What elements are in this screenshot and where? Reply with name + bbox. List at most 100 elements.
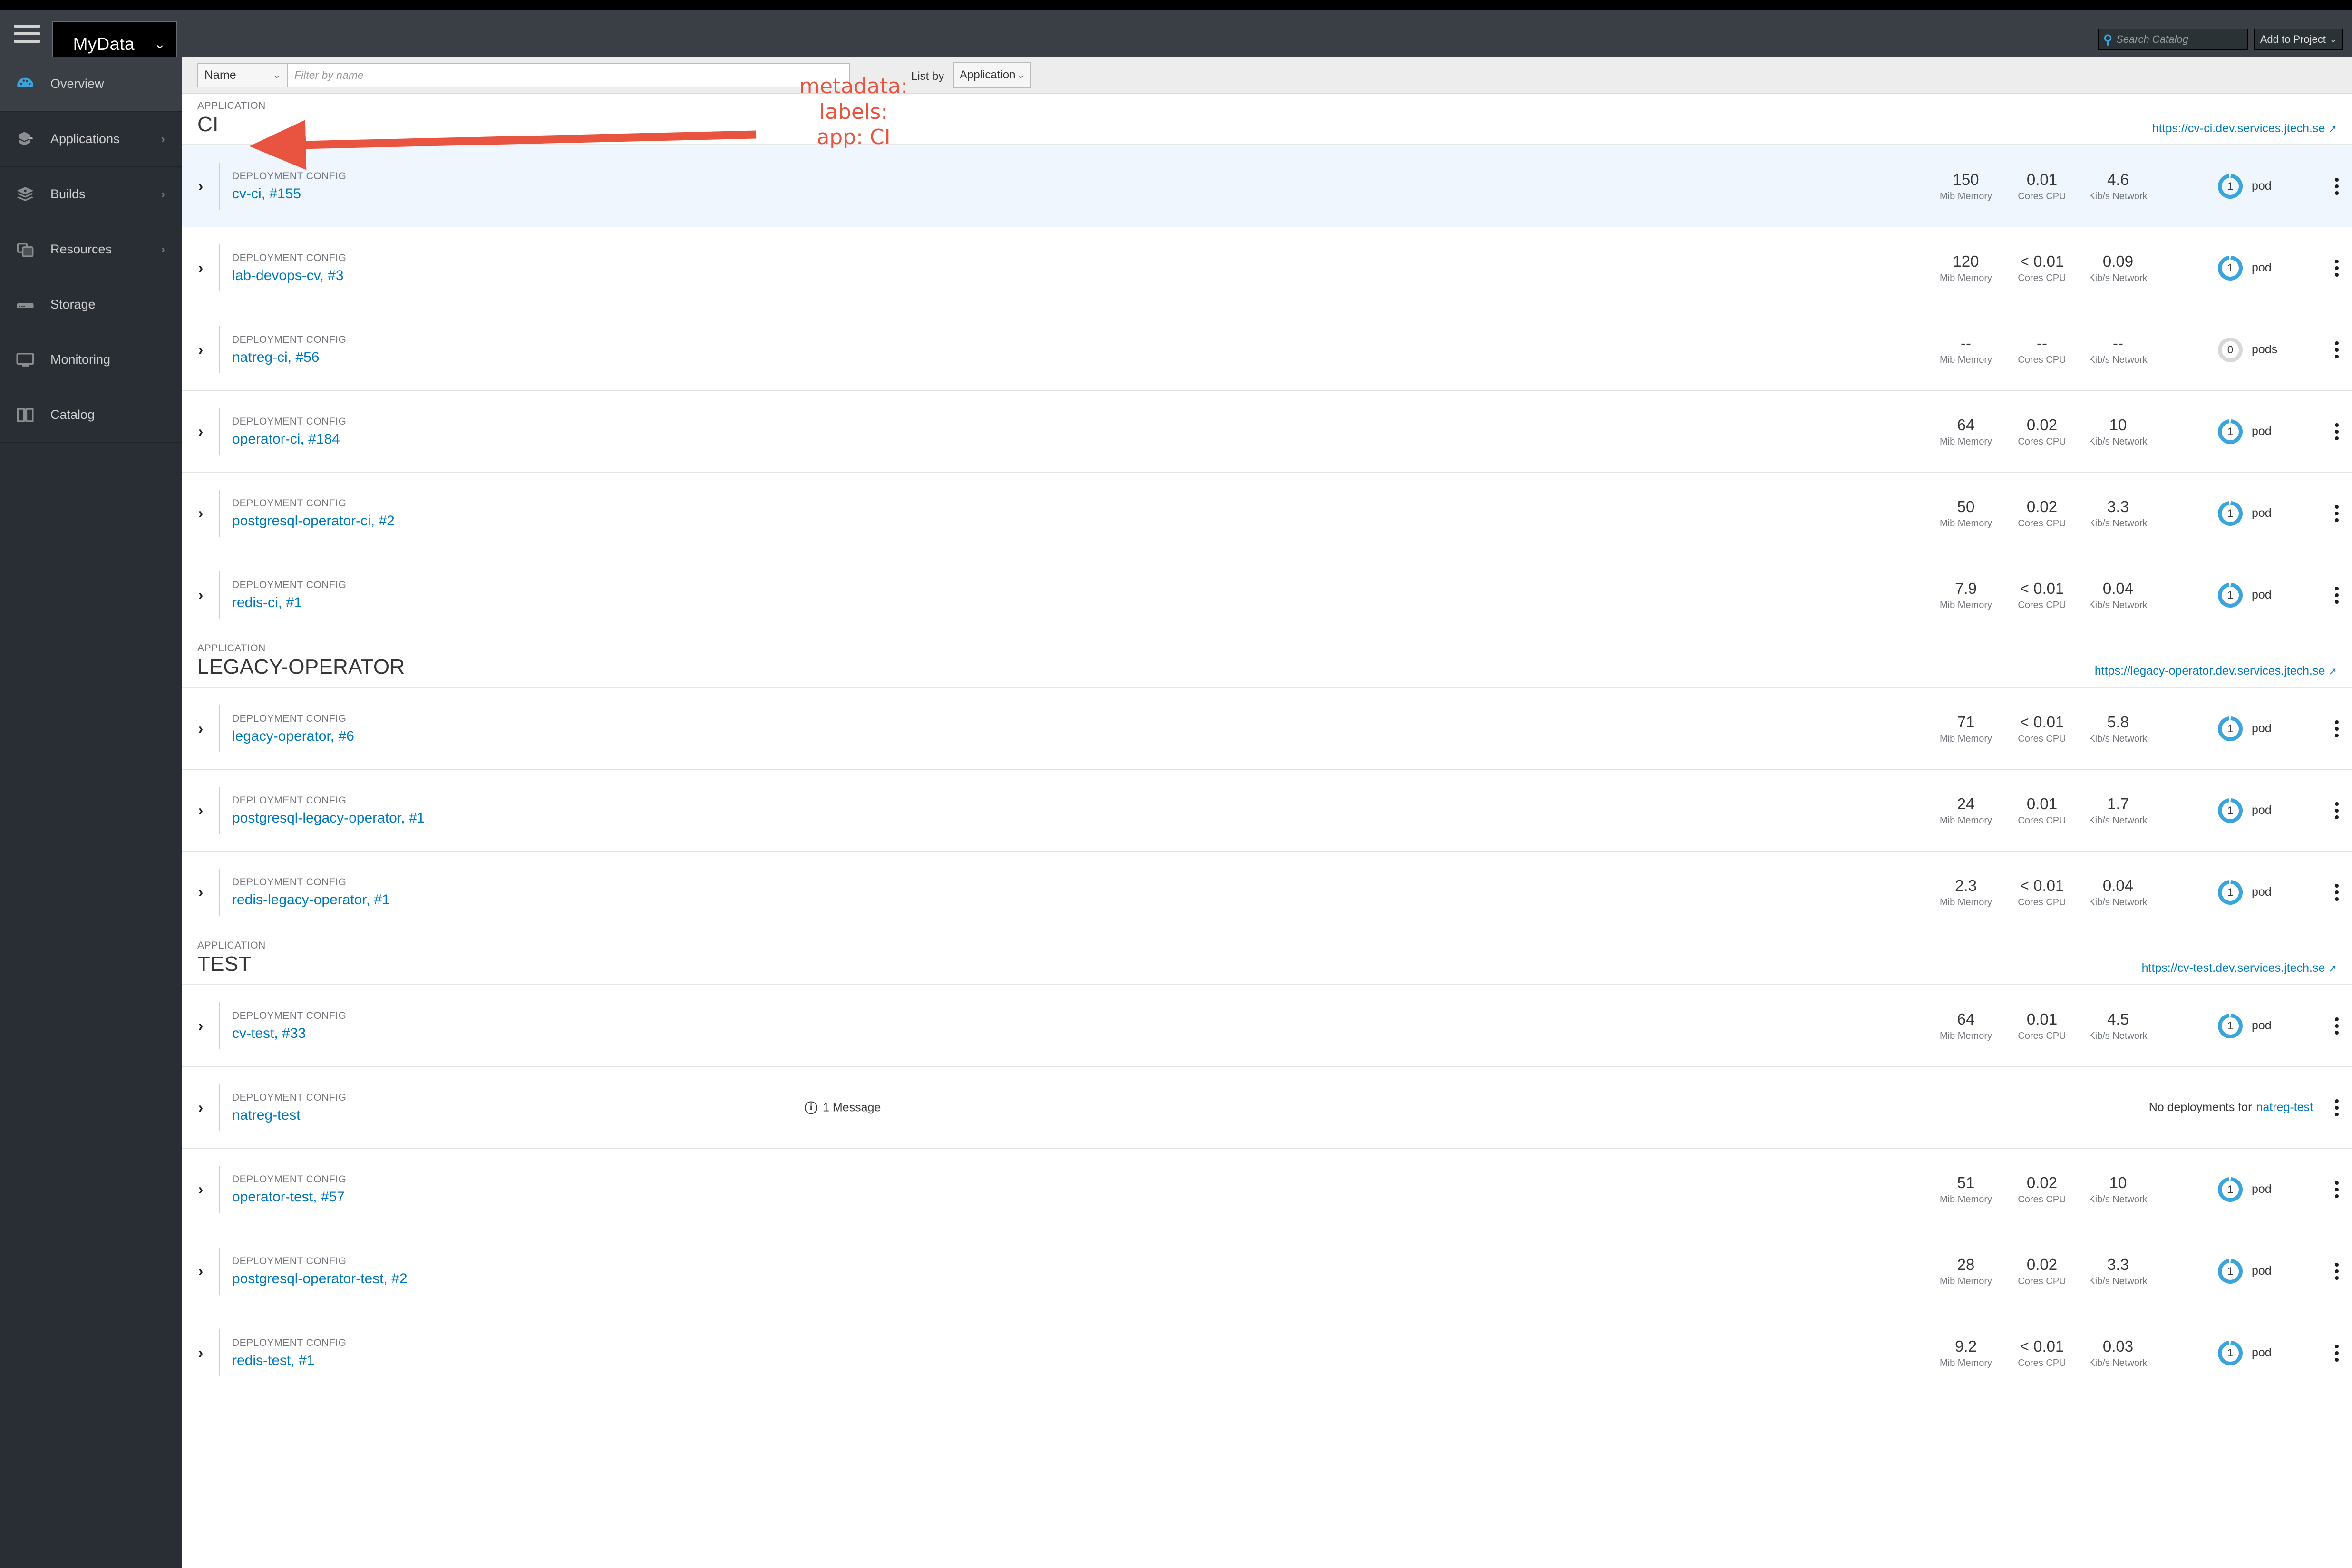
kebab-menu-icon[interactable]: [2322, 688, 2352, 769]
filter-type-value: Name: [204, 68, 236, 82]
chevron-right-icon[interactable]: ›: [182, 473, 219, 554]
deployment-config-name: postgresql-operator-test: [232, 1270, 384, 1287]
table-row[interactable]: › DEPLOYMENT CONFIG natreg-ci, #56 -- Mib Me…: [182, 309, 2352, 391]
chevron-right-icon[interactable]: ›: [182, 1067, 219, 1148]
table-row[interactable]: › DEPLOYMENT CONFIG operator-test, #57 51 Mi…: [182, 1149, 2352, 1230]
application-route-link[interactable]: https://legacy-operator.dev.services.jte…: [2095, 664, 2337, 678]
kebab-menu-icon[interactable]: [2322, 1230, 2352, 1312]
kebab-menu-icon[interactable]: [2322, 309, 2352, 390]
table-row[interactable]: › DEPLOYMENT CONFIG redis-legacy-operator,…: [182, 852, 2352, 933]
table-row[interactable]: › DEPLOYMENT CONFIG cv-ci, #155 150 Mib Memo…: [182, 145, 2352, 227]
kebab-menu-icon[interactable]: [2322, 473, 2352, 554]
pod-count[interactable]: 0 pods: [2218, 337, 2313, 362]
table-row[interactable]: › DEPLOYMENT CONFIG postgresql-legacy-oper…: [182, 770, 2352, 852]
chevron-right-icon[interactable]: ›: [182, 770, 219, 851]
table-row[interactable]: › DEPLOYMENT CONFIG legacy-operator, #6 71 M…: [182, 688, 2352, 770]
filter-by-name-input[interactable]: Filter by name: [288, 63, 850, 87]
table-row[interactable]: › DEPLOYMENT CONFIG natreg-test i 1 Message N…: [182, 1067, 2352, 1149]
row-message[interactable]: i 1 Message: [805, 1101, 881, 1114]
chevron-right-icon[interactable]: ›: [182, 309, 219, 390]
table-row[interactable]: › DEPLOYMENT CONFIG lab-devops-cv, #3 120 Mi…: [182, 227, 2352, 309]
table-row[interactable]: › DEPLOYMENT CONFIG redis-ci, #1 7.9 Mib Mem…: [182, 554, 2352, 636]
kebab-menu-icon[interactable]: [2322, 770, 2352, 851]
deployment-config-link[interactable]: redis-legacy-operator, #1: [232, 892, 390, 908]
pod-count[interactable]: 1 pod: [2218, 419, 2313, 444]
sidebar-item-builds[interactable]: Builds ›: [0, 167, 182, 222]
metric-memory-value: 7.9: [1955, 579, 1977, 597]
pod-count[interactable]: 1 pod: [2218, 582, 2313, 608]
table-row[interactable]: › DEPLOYMENT CONFIG postgresql-operator-ci…: [182, 473, 2352, 554]
search-catalog-input[interactable]: ⚲ Search Catalog: [2098, 29, 2248, 50]
pod-count[interactable]: 1 pod: [2218, 1340, 2313, 1365]
metric-memory: 50 Mib Memory: [1928, 498, 2004, 529]
deployment-config-link[interactable]: operator-ci, #184: [232, 431, 346, 447]
table-row[interactable]: › DEPLOYMENT CONFIG postgresql-operator-te…: [182, 1230, 2352, 1312]
no-deployments-link[interactable]: natreg-test: [2256, 1101, 2313, 1114]
metric-memory-label: Mib Memory: [1939, 600, 1992, 610]
chevron-right-icon[interactable]: ›: [182, 554, 219, 636]
deployment-config-link[interactable]: operator-test, #57: [232, 1189, 346, 1205]
kebab-menu-icon[interactable]: [2322, 852, 2352, 933]
chevron-right-icon[interactable]: ›: [182, 1230, 219, 1312]
deployment-config-name: cv-test: [232, 1025, 274, 1041]
kebab-menu-icon[interactable]: [2322, 391, 2352, 472]
chevron-right-icon[interactable]: ›: [182, 391, 219, 472]
add-to-project-button[interactable]: Add to Project ⌄: [2253, 29, 2343, 50]
pod-count[interactable]: 1 pod: [2218, 1177, 2313, 1202]
kebab-menu-icon[interactable]: [2322, 1067, 2352, 1148]
deployment-config-link[interactable]: postgresql-legacy-operator, #1: [232, 810, 425, 826]
deployment-config-link[interactable]: legacy-operator, #6: [232, 728, 354, 745]
application-route-link[interactable]: https://cv-ci.dev.services.jtech.se ↗︎: [2152, 122, 2337, 136]
pod-count[interactable]: 1 pod: [2218, 1013, 2313, 1038]
pod-count[interactable]: 1 pod: [2218, 798, 2313, 823]
deployment-config-link[interactable]: natreg-ci, #56: [232, 349, 346, 366]
list-by-select[interactable]: Application ⌄: [953, 62, 1031, 88]
hamburger-menu-icon[interactable]: [14, 25, 40, 43]
deployment-config-link[interactable]: redis-ci, #1: [232, 595, 346, 611]
sidebar-item-monitoring[interactable]: Monitoring: [0, 332, 182, 387]
metric-cpu-label: Cores CPU: [2018, 436, 2066, 447]
kebab-menu-icon[interactable]: [2322, 227, 2352, 309]
pod-count[interactable]: 1 pod: [2218, 1258, 2313, 1284]
kebab-menu-icon[interactable]: [2322, 1149, 2352, 1230]
pod-count[interactable]: 1 pod: [2218, 174, 2313, 199]
metric-cpu-label: Cores CPU: [2018, 191, 2066, 202]
sidebar-item-catalog[interactable]: Catalog: [0, 387, 182, 443]
sidebar-item-resources[interactable]: Resources ›: [0, 222, 182, 277]
deployment-config-link[interactable]: natreg-test: [232, 1107, 346, 1123]
deployment-config-link[interactable]: redis-test, #1: [232, 1353, 346, 1369]
pod-count[interactable]: 1 pod: [2218, 716, 2313, 741]
deployment-config-link[interactable]: cv-ci, #155: [232, 186, 346, 202]
sidebar-item-applications[interactable]: Applications ›: [0, 112, 182, 167]
application-route-link[interactable]: https://cv-test.dev.services.jtech.se ↗︎: [2142, 961, 2337, 975]
chevron-right-icon[interactable]: ›: [182, 227, 219, 309]
deployment-config-link[interactable]: lab-devops-cv, #3: [232, 268, 346, 284]
metric-memory: 51 Mib Memory: [1928, 1174, 2004, 1205]
chevron-right-icon[interactable]: ›: [182, 1312, 219, 1394]
chevron-right-icon[interactable]: ›: [182, 985, 219, 1066]
metric-memory: 24 Mib Memory: [1928, 795, 2004, 826]
deployment-config-kicker: DEPLOYMENT CONFIG: [232, 713, 347, 724]
chevron-right-icon[interactable]: ›: [182, 145, 219, 227]
filter-type-select[interactable]: Name ⌄: [197, 63, 288, 87]
chevron-right-icon[interactable]: ›: [182, 1149, 219, 1230]
table-row[interactable]: › DEPLOYMENT CONFIG redis-test, #1 9.2 Mib M…: [182, 1312, 2352, 1394]
pod-count[interactable]: 1 pod: [2218, 501, 2313, 526]
kebab-menu-icon[interactable]: [2322, 554, 2352, 636]
deployment-config-link[interactable]: cv-test, #33: [232, 1026, 346, 1042]
deployment-config-link[interactable]: postgresql-operator-ci, #2: [232, 513, 395, 529]
chevron-right-icon[interactable]: ›: [182, 688, 219, 769]
kebab-menu-icon[interactable]: [2322, 145, 2352, 227]
table-row[interactable]: › DEPLOYMENT CONFIG operator-ci, #184 64 Mib…: [182, 391, 2352, 473]
kebab-menu-icon[interactable]: [2322, 985, 2352, 1066]
metric-network-label: Kib/s Network: [2089, 1276, 2148, 1287]
table-row[interactable]: › DEPLOYMENT CONFIG cv-test, #33 64 Mib Memo…: [182, 985, 2352, 1067]
pod-count[interactable]: 1 pod: [2218, 255, 2313, 281]
kebab-menu-icon[interactable]: [2322, 1312, 2352, 1394]
sidebar-item-overview[interactable]: Overview: [0, 57, 182, 112]
deployment-config-link[interactable]: postgresql-operator-test, #2: [232, 1271, 408, 1287]
sidebar-item-storage[interactable]: Storage: [0, 277, 182, 332]
pod-count[interactable]: 1 pod: [2218, 880, 2313, 905]
pod-donut-value: 1: [2222, 883, 2239, 901]
chevron-right-icon[interactable]: ›: [182, 852, 219, 933]
